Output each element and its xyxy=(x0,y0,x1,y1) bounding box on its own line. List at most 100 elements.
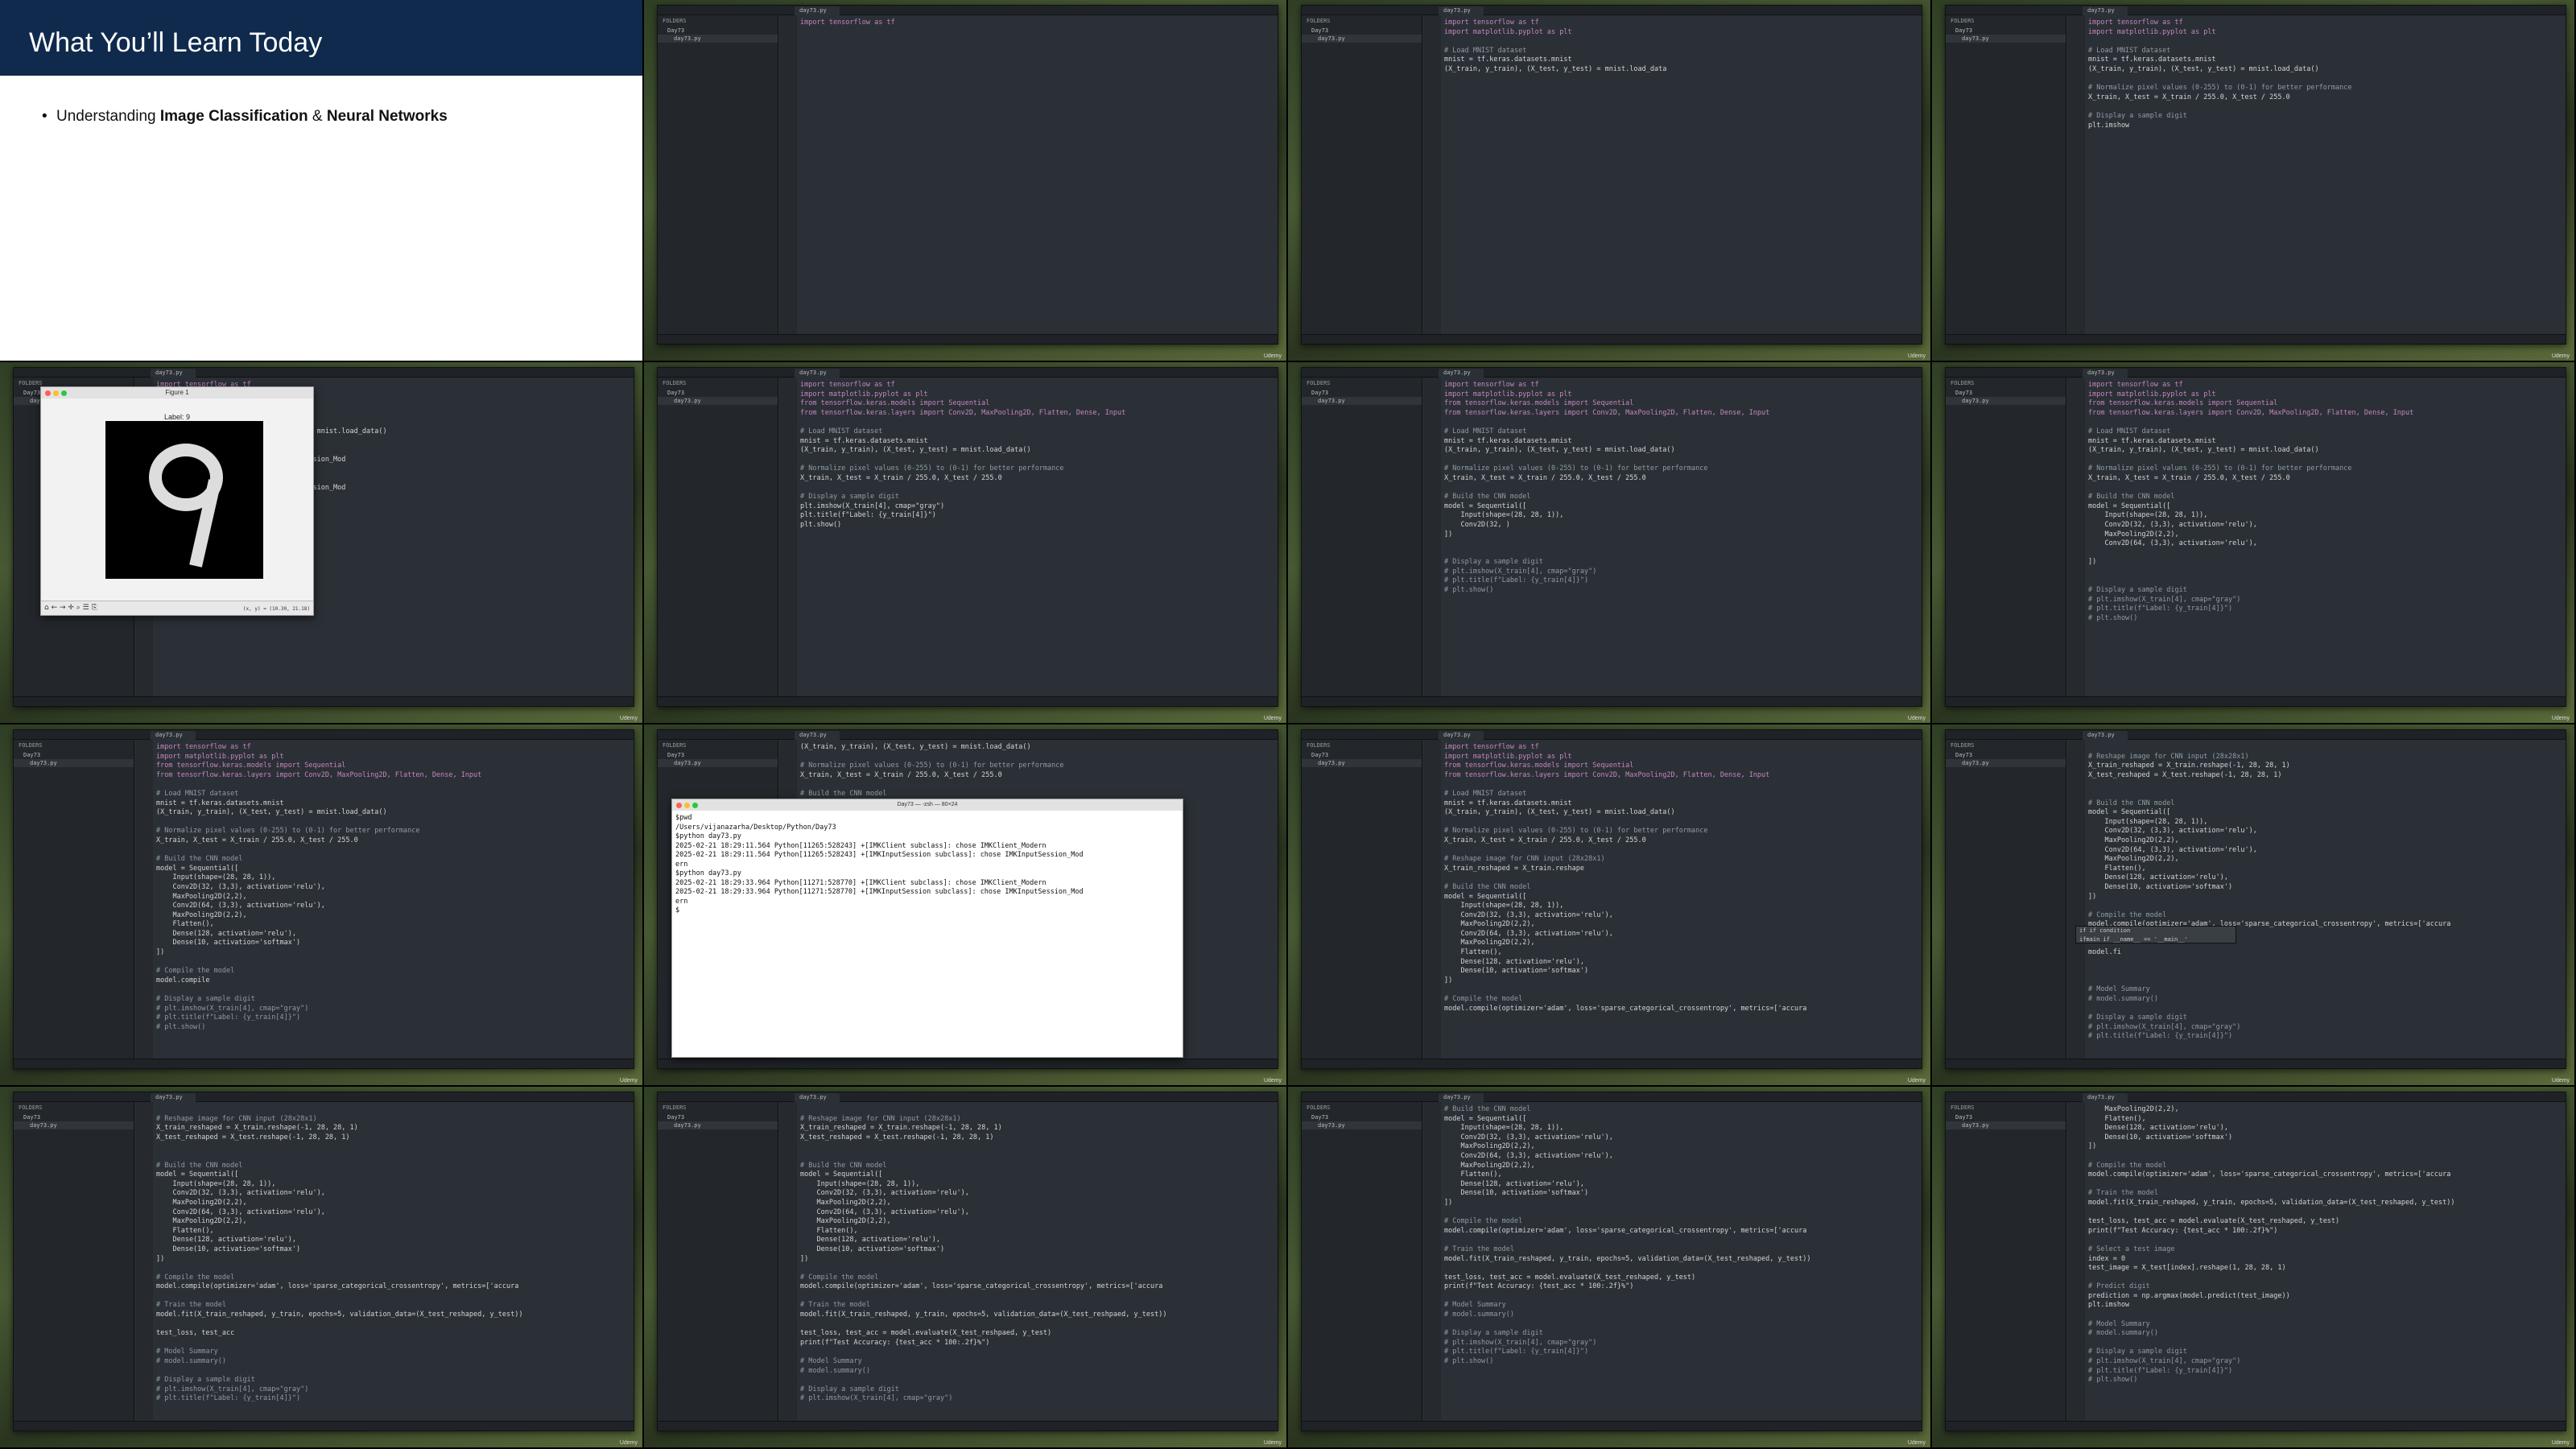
file-tab[interactable]: day73.py xyxy=(2083,731,2128,740)
sidebar-folder-day73[interactable]: Day73 xyxy=(658,27,778,35)
sidebar-file-day73[interactable]: day73.py xyxy=(14,1121,134,1129)
minimize-icon[interactable] xyxy=(684,803,690,808)
file-tab[interactable]: day73.py xyxy=(1439,731,1484,740)
file-tab[interactable]: day73.py xyxy=(151,369,196,378)
close-icon[interactable] xyxy=(45,390,51,396)
code-line: 16 xyxy=(2088,780,2562,790)
sidebar-folder-day73[interactable]: Day73 xyxy=(1946,751,2066,759)
code-area[interactable]: 1import tensorflow as tf2import matplotl… xyxy=(2088,19,2562,334)
code-text: # Build the CNN model xyxy=(1444,493,1531,502)
code-text: model.compile(optimizer='adam', loss='sp… xyxy=(800,1282,1163,1291)
code-line: 5 xyxy=(1444,418,1918,427)
code-editor[interactable]: 1import tensorflow as tf2import matplotl… xyxy=(135,740,634,1059)
code-line: 32# Train the model xyxy=(1444,1245,1918,1255)
code-line: 41# Display a sample digit xyxy=(156,1376,630,1385)
sidebar-file-day73[interactable]: day73.py xyxy=(658,759,778,767)
autocomplete-item[interactable]: if if condition xyxy=(2076,927,2235,935)
code-editor[interactable]: 1213# Reshape image for CNN input (28x28… xyxy=(779,1102,1278,1421)
code-line: 14model = Sequential([ xyxy=(1444,502,1918,512)
sidebar-folder-day73[interactable]: Day73 xyxy=(1302,389,1422,397)
sidebar-file-day73[interactable]: day73.py xyxy=(1946,35,2066,43)
code-editor[interactable]: 1import tensorflow as tf2import matplotl… xyxy=(779,378,1278,696)
code-editor[interactable]: 1import tensorflow as tf2import matplotl… xyxy=(1423,740,1922,1059)
code-area[interactable]: 17# Build the CNN model18model = Sequent… xyxy=(1444,1105,1918,1421)
file-tab[interactable]: day73.py xyxy=(795,369,840,378)
terminal-output[interactable]: $pwd/Users/vijanazarha/Desktop/Python/Da… xyxy=(672,811,1183,919)
file-tab[interactable]: day73.py xyxy=(2083,369,2128,378)
sidebar-folder-day73[interactable]: Day73 xyxy=(1946,389,2066,397)
file-tab[interactable]: day73.py xyxy=(151,1093,196,1102)
sidebar-file-day73[interactable]: day73.py xyxy=(1946,1121,2066,1129)
sidebar-file-day73[interactable]: day73.py xyxy=(1302,1121,1422,1129)
code-editor[interactable]: 1import tensorflow as tf2import matplotl… xyxy=(2067,378,2566,696)
sidebar-file-day73[interactable]: day73.py xyxy=(1946,759,2066,767)
code-line: 24 Flatten(), xyxy=(1444,1170,1918,1180)
code-area[interactable]: 1import tensorflow as tf2import matplotl… xyxy=(1444,19,1918,334)
code-editor[interactable]: 25 MaxPooling2D(2,2),26 Flatten(),27 Den… xyxy=(2067,1102,2566,1421)
code-editor[interactable]: 1213# Reshape image for CNN input (28x28… xyxy=(2067,740,2566,1059)
code-area[interactable]: 1import tensorflow as tf2import matplotl… xyxy=(156,743,630,1059)
file-tab[interactable]: day73.py xyxy=(795,1093,840,1102)
code-line: 23 Conv2D(64, (3,3), activation='relu'), xyxy=(156,1208,630,1218)
code-area[interactable]: 1import tensorflow as tf2import matplotl… xyxy=(1444,743,1918,1059)
code-editor[interactable]: 17# Build the CNN model18model = Sequent… xyxy=(1423,1102,1922,1421)
code-line: 18# Build the CNN model xyxy=(2088,799,2562,809)
code-editor[interactable]: 1import tensorflow as tf23 xyxy=(779,15,1278,334)
sidebar-folder-day73[interactable]: Day73 xyxy=(658,1113,778,1121)
folders-label: FOLDERS xyxy=(19,1104,43,1111)
sidebar-file-day73[interactable]: day73.py xyxy=(1946,397,2066,405)
code-text: (X_train, y_train), (X_test, y_test) = m… xyxy=(2088,446,2319,455)
code-editor[interactable]: 1import tensorflow as tf2import matplotl… xyxy=(1423,15,1922,334)
file-tab[interactable]: day73.py xyxy=(1439,6,1484,15)
code-line: 39# model.summary() xyxy=(1444,1311,1918,1320)
code-area[interactable]: 1import tensorflow as tf2import matplotl… xyxy=(2088,381,2562,696)
code-line: 25 xyxy=(1444,605,1918,614)
sidebar-folder-day73[interactable]: Day73 xyxy=(1302,27,1422,35)
code-editor[interactable]: 1import tensorflow as tf2import matplotl… xyxy=(1423,378,1922,696)
sidebar-file-day73[interactable]: day73.py xyxy=(658,397,778,405)
sidebar-file-day73[interactable]: day73.py xyxy=(1302,759,1422,767)
sidebar-folder-day73[interactable]: Day73 xyxy=(1302,751,1422,759)
code-text: # Reshape image for CNN input (28x28x1) xyxy=(1444,855,1605,864)
code-area[interactable]: 1import tensorflow as tf2import matplotl… xyxy=(800,381,1274,696)
code-area[interactable]: 1import tensorflow as tf23 xyxy=(800,19,1274,334)
code-line: 7mnist = tf.keras.datasets.mnist xyxy=(800,437,1274,447)
sidebar-file-day73[interactable]: day73.py xyxy=(1302,35,1422,43)
sidebar-folder-day73[interactable]: Day73 xyxy=(14,1113,134,1121)
zoom-icon[interactable] xyxy=(692,803,698,808)
file-tab[interactable]: day73.py xyxy=(1439,369,1484,378)
sidebar-folder-day73[interactable]: Day73 xyxy=(658,751,778,759)
file-tab[interactable]: day73.py xyxy=(151,731,196,740)
code-area[interactable]: 25 MaxPooling2D(2,2),26 Flatten(),27 Den… xyxy=(2088,1105,2562,1421)
code-text: mnist = tf.keras.datasets.mnist xyxy=(2088,436,2216,445)
sidebar-file-day73[interactable]: day73.py xyxy=(658,1121,778,1129)
close-icon[interactable] xyxy=(676,803,682,808)
sidebar-file-day73[interactable]: day73.py xyxy=(14,759,134,767)
autocomplete-item[interactable]: ifmain if __name__ == '__main__' xyxy=(2076,935,2235,944)
udemy-watermark: Udemy xyxy=(1907,353,1926,359)
file-tab[interactable]: day73.py xyxy=(795,6,840,15)
sidebar-folder-day73[interactable]: Day73 xyxy=(1302,1113,1422,1121)
code-text: Dense(128, activation='relu'), xyxy=(1444,1179,1584,1188)
code-editor[interactable]: 1213# Reshape image for CNN input (28x28… xyxy=(135,1102,634,1421)
code-area[interactable]: 1213# Reshape image for CNN input (28x28… xyxy=(156,1105,630,1421)
code-area[interactable]: 1import tensorflow as tf2import matplotl… xyxy=(1444,381,1918,696)
code-area[interactable]: 1213# Reshape image for CNN input (28x28… xyxy=(800,1105,1274,1421)
code-text: import matplotlib.pyplot as plt xyxy=(1444,752,1572,761)
sidebar-folder-day73[interactable]: Day73 xyxy=(1946,27,2066,35)
code-editor[interactable]: 1import tensorflow as tf2import matplotl… xyxy=(2067,15,2566,334)
file-tab[interactable]: day73.py xyxy=(2083,1093,2128,1102)
file-tab[interactable]: day73.py xyxy=(795,731,840,740)
code-line: 51# Display a sample digit xyxy=(2088,1348,2562,1357)
file-tab[interactable]: day73.py xyxy=(1439,1093,1484,1102)
code-line: 2 xyxy=(800,28,1274,38)
minimize-icon[interactable] xyxy=(53,390,59,396)
sidebar-file-day73[interactable]: day73.py xyxy=(658,35,778,43)
file-tab[interactable]: day73.py xyxy=(2083,6,2128,15)
zoom-icon[interactable] xyxy=(61,390,67,396)
sidebar-folder-day73[interactable]: Day73 xyxy=(1946,1113,2066,1121)
sidebar-folder-day73[interactable]: Day73 xyxy=(658,389,778,397)
sidebar-folder-day73[interactable]: Day73 xyxy=(14,751,134,759)
code-area[interactable]: 1213# Reshape image for CNN input (28x28… xyxy=(2088,743,2562,1059)
sidebar-file-day73[interactable]: day73.py xyxy=(1302,397,1422,405)
